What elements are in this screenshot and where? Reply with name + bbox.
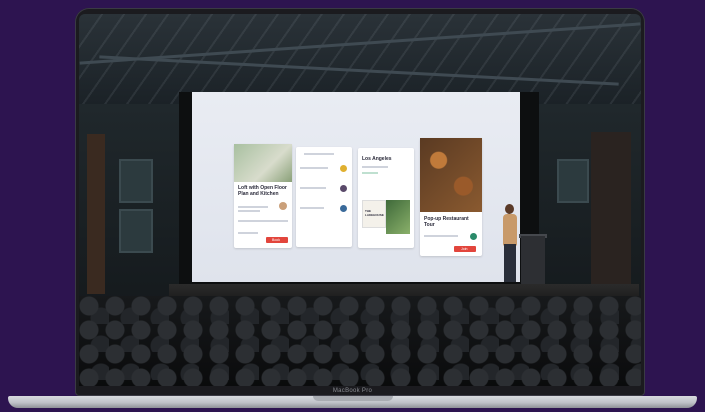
card2-header xyxy=(304,153,334,155)
card3-title: Los Angeles xyxy=(362,156,392,162)
card2-text-line xyxy=(300,187,326,189)
presenter-legs xyxy=(504,244,516,282)
card2-text-line xyxy=(300,167,328,169)
avatar xyxy=(340,185,347,192)
plant-image xyxy=(386,200,410,234)
app-card-city: Los Angeles THE LAKEHOUSE xyxy=(358,148,414,248)
card3-subtitle: THE LAKEHOUSE xyxy=(365,209,384,217)
right-pillar xyxy=(591,132,631,292)
app-card-messages xyxy=(296,147,352,247)
avatar xyxy=(279,202,287,210)
laptop-notch xyxy=(313,396,393,401)
card1-text-line xyxy=(238,206,268,208)
card1-button-label: Book xyxy=(272,237,280,242)
projection-screen: Loft with Open Floor Plan and Kitchen Bo… xyxy=(192,92,520,282)
card1-text-line xyxy=(238,210,260,212)
card1-title: Loft with Open Floor Plan and Kitchen xyxy=(238,185,287,197)
left-pillar xyxy=(87,134,105,294)
card4-title: Pop-up Restaurant Tour xyxy=(424,216,469,228)
card2-text-line xyxy=(300,207,324,209)
room-image xyxy=(234,144,292,182)
card4-text-line xyxy=(424,235,458,237)
food-image xyxy=(420,138,482,212)
avatar xyxy=(340,205,347,212)
audience-crowd xyxy=(79,296,641,386)
card4-button-label: Join xyxy=(461,246,468,251)
card1-book-button: Book xyxy=(266,237,288,243)
logo-tile: THE LAKEHOUSE xyxy=(362,200,386,228)
hall-window xyxy=(119,159,153,203)
card3-text-line xyxy=(362,166,388,168)
app-card-event: Pop-up Restaurant Tour Join xyxy=(420,138,482,256)
presenter xyxy=(503,214,517,246)
card4-join-button: Join xyxy=(454,246,476,252)
lectern xyxy=(521,236,545,284)
card3-tag xyxy=(362,172,378,174)
card1-divider xyxy=(238,220,288,222)
card1-text-line xyxy=(238,232,258,234)
video-frame[interactable]: Loft with Open Floor Plan and Kitchen Bo… xyxy=(79,14,641,386)
presenter-head xyxy=(505,204,514,214)
avatar xyxy=(340,165,347,172)
avatar xyxy=(470,233,477,240)
hall-window xyxy=(557,159,589,203)
app-card-listing: Loft with Open Floor Plan and Kitchen Bo… xyxy=(234,144,292,248)
hall-window xyxy=(119,209,153,253)
laptop-brand-label: MacBook Pro xyxy=(332,388,373,394)
